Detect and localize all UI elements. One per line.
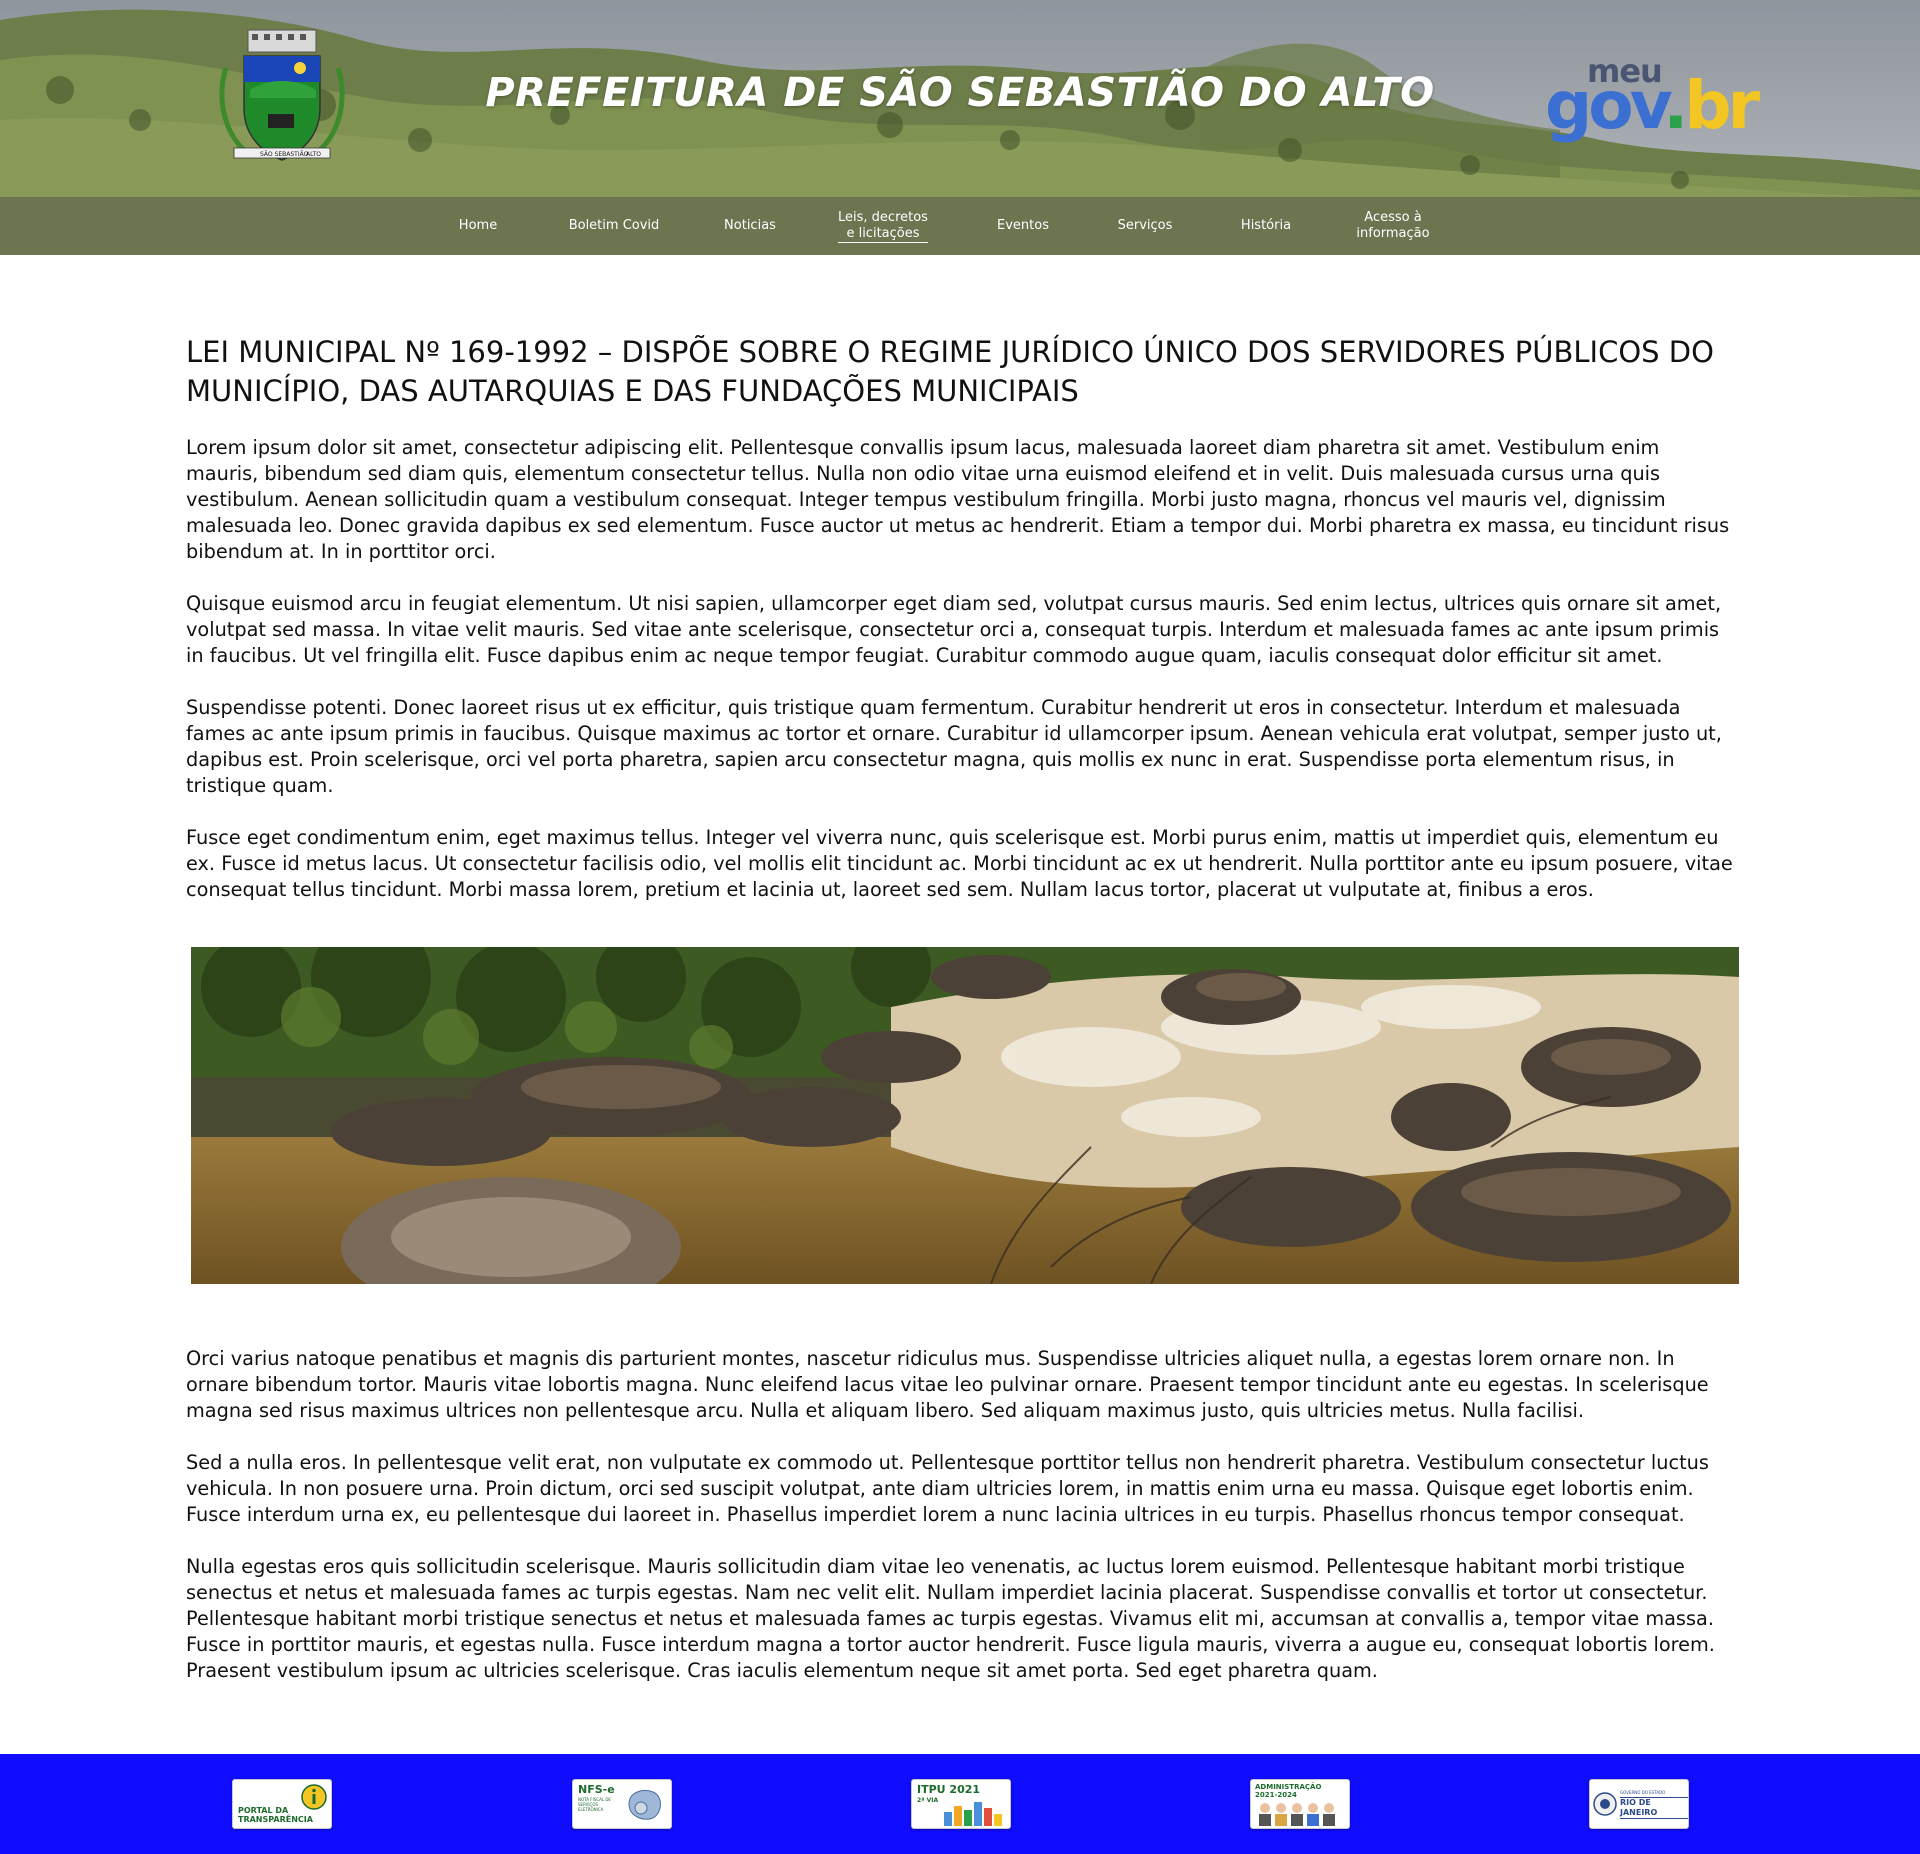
nav-item-servicos[interactable]: Serviços — [1100, 197, 1190, 255]
govbr-wordmark: gov.br — [1545, 66, 1760, 146]
badge-line1: ITPU 2021 — [917, 1783, 981, 1796]
nfse-link[interactable]: NFS-e NOTA FISCAL DE SERVIÇOS ELETRÔNICA — [572, 1779, 672, 1829]
nav-item-label: História — [1240, 218, 1292, 233]
article-paragraph: Fusce eget condimentum enim, eget maximu… — [186, 826, 1733, 901]
nav-item-home[interactable]: Home — [437, 197, 519, 255]
article-paragraph: Orci varius natoque penatibus et magnis … — [186, 1347, 1709, 1422]
nav-item-label: Boletim Covid — [568, 218, 660, 233]
nav-item-historia[interactable]: História — [1222, 197, 1310, 255]
badge-line2: RIO DE JANEIRO — [1620, 1797, 1688, 1819]
map-icon — [628, 1790, 661, 1820]
river-rapids-image — [191, 947, 1739, 1284]
main-navigation: Home Boletim Covid Noticias Leis, decret… — [0, 197, 1920, 255]
page-title: LEI MUNICIPAL Nº 169-1992 – DISPÕE SOBRE… — [186, 335, 1714, 408]
crest-text-left: SÃO SEBASTIÃO — [260, 151, 309, 158]
govbr-br-text: br — [1684, 67, 1760, 144]
nav-item-label: Home — [458, 218, 498, 233]
nav-item-acesso-informacao[interactable]: Acesso à informação — [1340, 197, 1446, 255]
nav-item-label: Serviços — [1117, 218, 1173, 233]
govbr-dot-text: . — [1663, 67, 1688, 144]
site-footer: PORTAL DA TRANSPARÊNCIA NFS-e NOTA FISCA… — [0, 1754, 1920, 1854]
article-content-bottom: Orci varius natoque penatibus et magnis … — [186, 1346, 1736, 1710]
article-content-top: LEI MUNICIPAL Nº 169-1992 – DISPÕE SOBRE… — [186, 333, 1736, 929]
administracao-2021-2024-link[interactable]: ADMINISTRAÇÃO 2021-2024 — [1250, 1779, 1350, 1829]
article-paragraph: Sed a nulla eros. In pellentesque velit … — [186, 1451, 1709, 1526]
badge-line2: NOTA FISCAL DE SERVIÇOS ELETRÔNICA — [578, 1797, 611, 1812]
people-icon — [1259, 1803, 1335, 1826]
portal-transparencia-link[interactable]: PORTAL DA TRANSPARÊNCIA — [232, 1779, 332, 1829]
info-icon — [301, 1784, 327, 1810]
article-paragraph: Nulla egestas eros quis sollicitudin sce… — [186, 1555, 1715, 1682]
badge-line2: TRANSPARÊNCIA — [238, 1815, 313, 1824]
badge-line1: GOVERNO DO ESTADO — [1620, 1790, 1666, 1795]
badge-line2: 2ª VIA — [917, 1797, 939, 1804]
article-paragraph: Suspendisse potenti. Donec laoreet risus… — [186, 696, 1722, 797]
nav-item-eventos[interactable]: Eventos — [981, 197, 1065, 255]
nav-item-boletim-covid[interactable]: Boletim Covid — [555, 197, 673, 255]
state-seal-icon — [1593, 1792, 1617, 1816]
article-paragraph: Lorem ipsum dolor sit amet, consectetur … — [186, 436, 1730, 563]
badge-line1: ADMINISTRAÇÃO — [1255, 1783, 1322, 1791]
nav-item-label: Acesso à informação — [1356, 210, 1430, 241]
crest-text-right: ALTO — [306, 151, 321, 158]
itpu-2021-link[interactable]: ITPU 2021 2ª VIA — [911, 1779, 1011, 1829]
article-paragraph: Quisque euismod arcu in feugiat elementu… — [186, 592, 1722, 667]
buildings-icon — [944, 1802, 1002, 1826]
nav-item-leis-decretos-licitacoes[interactable]: Leis, decretos e licitações — [823, 197, 943, 255]
badge-line2: 2021-2024 — [1255, 1791, 1297, 1799]
governo-rio-de-janeiro-link[interactable]: GOVERNO DO ESTADO RIO DE JANEIRO — [1589, 1779, 1689, 1829]
badge-line1: PORTAL DA — [238, 1806, 289, 1815]
river-rapids-photo — [191, 947, 1739, 1284]
nav-item-label: Leis, decretos e licitações — [838, 209, 928, 243]
nav-item-label: Noticias — [724, 218, 776, 233]
nav-item-noticias[interactable]: Noticias — [708, 197, 792, 255]
meu-govbr-logo[interactable]: meu gov.br — [1545, 52, 1760, 144]
nav-item-label: Eventos — [997, 218, 1049, 233]
govbr-gov-text: gov — [1545, 67, 1667, 144]
badge-line1: NFS-e — [578, 1783, 615, 1796]
site-header: SÃO SEBASTIÃO ALTO PREFEITURA DE SÃO SEB… — [0, 0, 1920, 255]
